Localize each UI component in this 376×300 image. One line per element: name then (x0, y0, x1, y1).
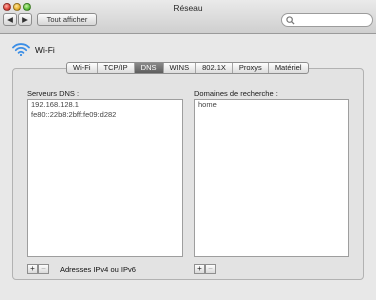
list-item[interactable]: home (195, 100, 348, 110)
dns-servers-label: Serveurs DNS : (27, 89, 80, 98)
search-field[interactable] (281, 13, 373, 27)
add-dns-button[interactable]: + (27, 264, 38, 274)
tab-dns[interactable]: DNS (134, 63, 164, 73)
remove-domain-button[interactable]: − (205, 264, 216, 274)
tab-wifi[interactable]: Wi-Fi (67, 63, 98, 73)
wifi-icon (12, 43, 30, 56)
list-item[interactable]: fe80::22b8:2bff:fe09:d282 (28, 110, 182, 120)
interface-name: Wi-Fi (35, 45, 55, 55)
remove-dns-button[interactable]: − (38, 264, 49, 274)
search-icon (286, 16, 295, 25)
forward-button[interactable]: ▶ (18, 13, 32, 26)
tab-8021x[interactable]: 802.1X (196, 63, 233, 73)
dns-pane: Serveurs DNS : 192.168.128.1 fe80::22b8:… (12, 68, 364, 280)
list-item[interactable]: 192.168.128.1 (28, 100, 182, 110)
show-all-button[interactable]: Tout afficher (37, 13, 97, 26)
tab-proxys[interactable]: Proxys (233, 63, 269, 73)
back-button[interactable]: ◀ (3, 13, 17, 26)
tab-tcpip[interactable]: TCP/IP (98, 63, 135, 73)
search-domains-list[interactable]: home (194, 99, 349, 257)
window-title: Réseau (173, 3, 203, 13)
add-domain-button[interactable]: + (194, 264, 205, 274)
title-bar: Réseau ◀ ▶ Tout afficher (0, 0, 376, 34)
dns-servers-list[interactable]: 192.168.128.1 fe80::22b8:2bff:fe09:d282 (27, 99, 183, 257)
tab-wins[interactable]: WINS (164, 63, 197, 73)
tab-materiel[interactable]: Matériel (269, 63, 308, 73)
tab-bar: Wi-Fi TCP/IP DNS WINS 802.1X Proxys Maté… (66, 62, 309, 74)
address-format-label: Adresses IPv4 ou IPv6 (60, 265, 136, 274)
search-domains-label: Domaines de recherche : (194, 89, 278, 98)
